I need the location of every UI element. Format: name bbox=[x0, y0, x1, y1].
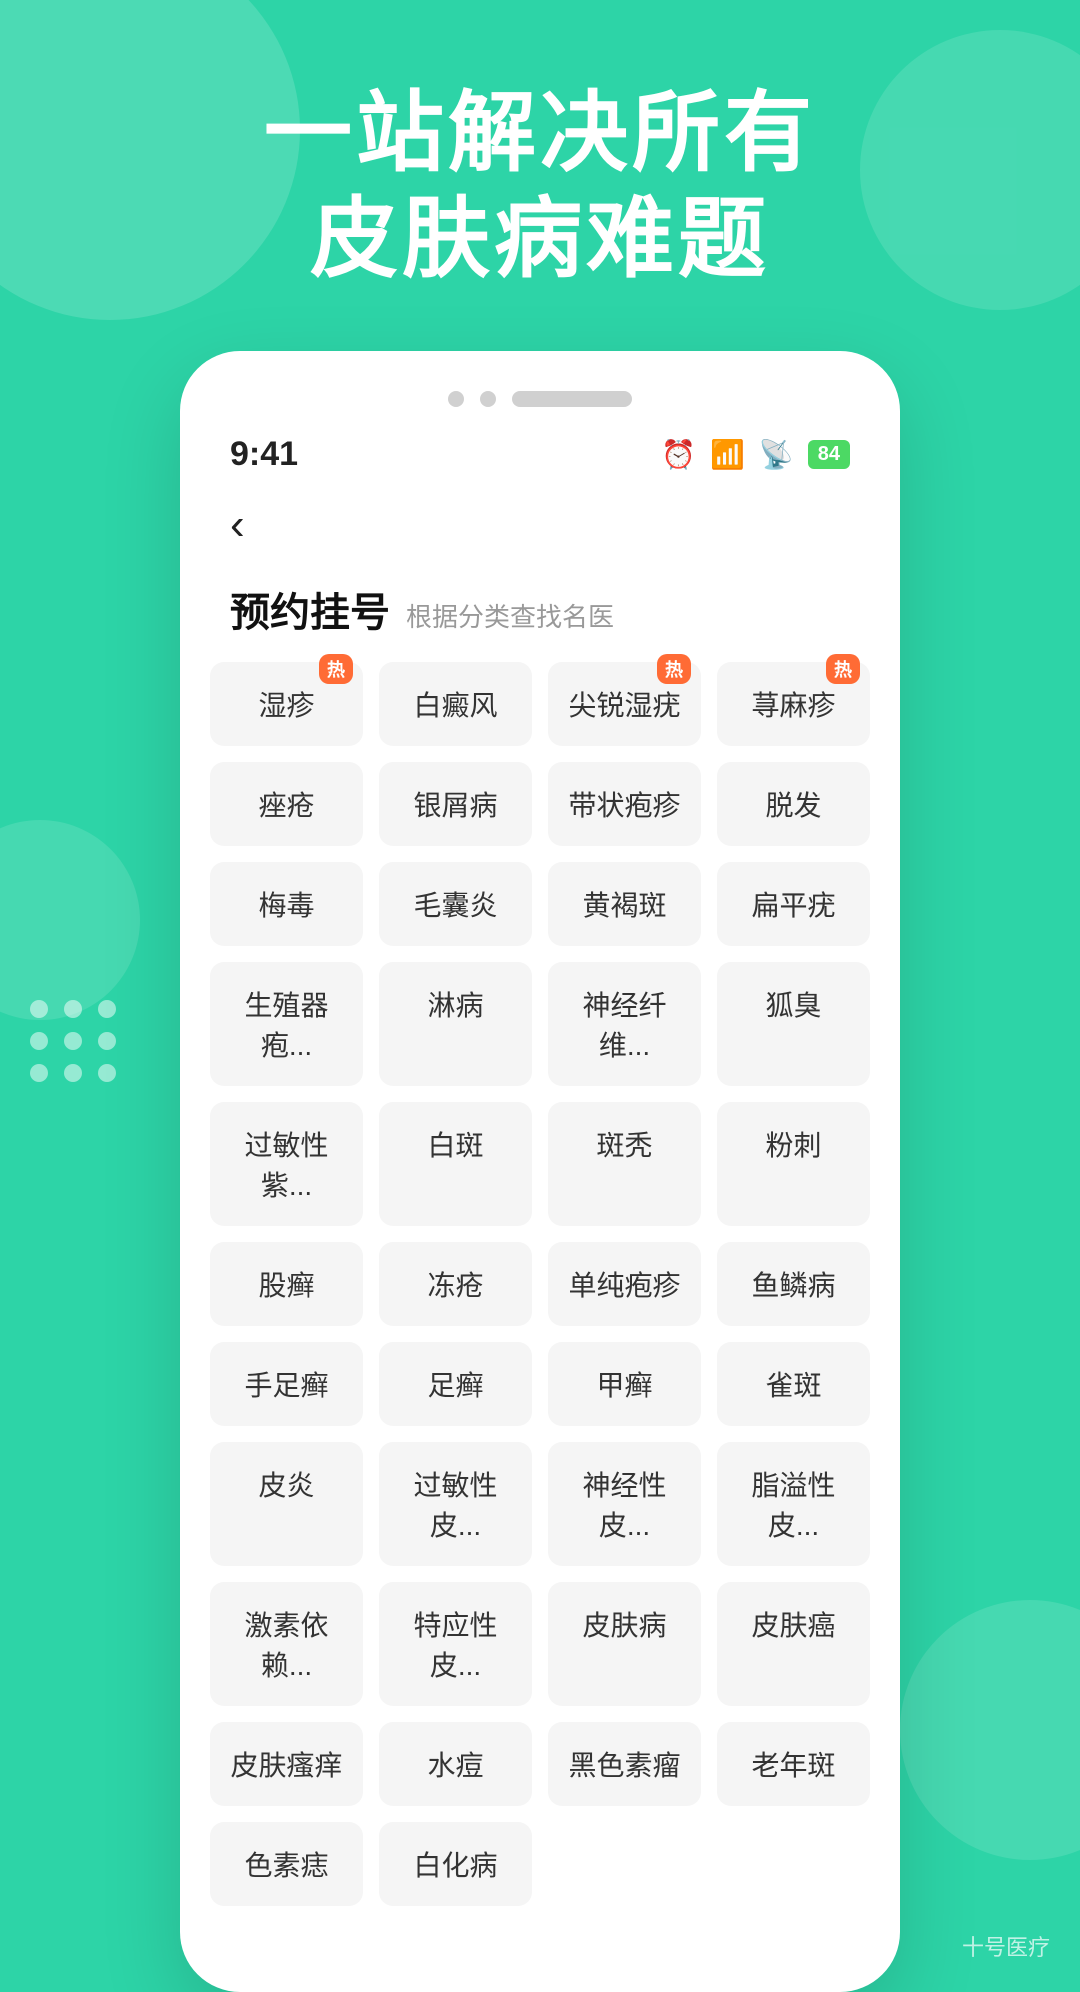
tag-item[interactable]: 尖锐湿疣热 bbox=[548, 662, 701, 746]
tags-row-10: 色素痣白化病 bbox=[210, 1822, 870, 1906]
tag-item[interactable]: 过敏性皮... bbox=[379, 1442, 532, 1566]
tag-item[interactable]: 黑色素瘤 bbox=[548, 1722, 701, 1806]
tags-row-2: 梅毒毛囊炎黄褐斑扁平疣 bbox=[210, 862, 870, 946]
tag-item[interactable]: 痤疮 bbox=[210, 762, 363, 846]
back-button[interactable]: ‹ bbox=[180, 490, 900, 570]
tag-item[interactable]: 生殖器疱... bbox=[210, 962, 363, 1086]
tag-item[interactable]: 银屑病 bbox=[379, 762, 532, 846]
dots-decoration bbox=[30, 1000, 118, 1082]
tag-item[interactable]: 特应性皮... bbox=[379, 1582, 532, 1706]
tags-row-9: 皮肤瘙痒水痘黑色素瘤老年斑 bbox=[210, 1722, 870, 1806]
tag-item[interactable]: 荨麻疹热 bbox=[717, 662, 870, 746]
bg-circle-br bbox=[900, 1600, 1080, 1860]
wifi-icon: 📡 bbox=[759, 438, 794, 471]
tags-container: 湿疹热白癜风尖锐湿疣热荨麻疹热痤疮银屑病带状疱疹脱发梅毒毛囊炎黄褐斑扁平疣生殖器… bbox=[180, 662, 900, 1942]
tags-row-4: 过敏性紫...白斑斑秃粉刺 bbox=[210, 1102, 870, 1226]
tag-item bbox=[548, 1822, 701, 1906]
tag-item[interactable]: 皮肤癌 bbox=[717, 1582, 870, 1706]
alarm-icon: ⏰ bbox=[661, 438, 696, 471]
notch-dot-2 bbox=[480, 391, 496, 407]
page-subtitle: 根据分类查找名医 bbox=[406, 597, 614, 634]
phone-mockup: 9:41 ⏰ 📶 📡 84 ‹ 预约挂号 根据分类查找名医 湿疹热白癜风尖锐湿疣… bbox=[180, 351, 900, 1992]
hot-badge: 热 bbox=[826, 654, 860, 684]
notch-dot-1 bbox=[448, 391, 464, 407]
phone-notch bbox=[180, 381, 900, 427]
signal-icon: 📶 bbox=[710, 438, 745, 471]
notch-pill bbox=[512, 391, 632, 407]
tag-item[interactable]: 皮肤瘙痒 bbox=[210, 1722, 363, 1806]
tag-item[interactable]: 色素痣 bbox=[210, 1822, 363, 1906]
tags-row-3: 生殖器疱...淋病神经纤维...狐臭 bbox=[210, 962, 870, 1086]
page-header: 预约挂号 根据分类查找名医 bbox=[180, 570, 900, 662]
tag-item[interactable]: 斑秃 bbox=[548, 1102, 701, 1226]
tag-item[interactable]: 足癣 bbox=[379, 1342, 532, 1426]
tag-item[interactable]: 雀斑 bbox=[717, 1342, 870, 1426]
tag-item[interactable]: 脱发 bbox=[717, 762, 870, 846]
tags-row-5: 股癣冻疮单纯疱疹鱼鳞病 bbox=[210, 1242, 870, 1326]
tag-item[interactable]: 皮炎 bbox=[210, 1442, 363, 1566]
tag-item[interactable]: 脂溢性皮... bbox=[717, 1442, 870, 1566]
page-title: 预约挂号 bbox=[230, 580, 390, 638]
tags-row-6: 手足癣足癣甲癣雀斑 bbox=[210, 1342, 870, 1426]
hot-badge: 热 bbox=[319, 654, 353, 684]
tag-item[interactable]: 老年斑 bbox=[717, 1722, 870, 1806]
tag-item[interactable]: 水痘 bbox=[379, 1722, 532, 1806]
tag-item[interactable]: 激素依赖... bbox=[210, 1582, 363, 1706]
tag-item[interactable]: 股癣 bbox=[210, 1242, 363, 1326]
hero-section: 一站解决所有 皮肤病难题 bbox=[0, 0, 1080, 351]
tag-item[interactable]: 神经性皮... bbox=[548, 1442, 701, 1566]
tag-item[interactable]: 过敏性紫... bbox=[210, 1102, 363, 1226]
tags-row-7: 皮炎过敏性皮...神经性皮...脂溢性皮... bbox=[210, 1442, 870, 1566]
tags-row-0: 湿疹热白癜风尖锐湿疣热荨麻疹热 bbox=[210, 662, 870, 746]
battery-badge: 84 bbox=[808, 440, 850, 469]
tag-item[interactable]: 手足癣 bbox=[210, 1342, 363, 1426]
tag-item[interactable]: 甲癣 bbox=[548, 1342, 701, 1426]
status-time: 9:41 bbox=[230, 435, 298, 474]
tag-item[interactable]: 神经纤维... bbox=[548, 962, 701, 1086]
status-icons: ⏰ 📶 📡 84 bbox=[661, 438, 850, 471]
tag-item[interactable]: 黄褐斑 bbox=[548, 862, 701, 946]
tags-row-1: 痤疮银屑病带状疱疹脱发 bbox=[210, 762, 870, 846]
tag-item[interactable]: 白斑 bbox=[379, 1102, 532, 1226]
status-bar: 9:41 ⏰ 📶 📡 84 bbox=[180, 427, 900, 490]
tags-row-8: 激素依赖...特应性皮...皮肤病皮肤癌 bbox=[210, 1582, 870, 1706]
tag-item[interactable]: 湿疹热 bbox=[210, 662, 363, 746]
tag-item[interactable]: 白化病 bbox=[379, 1822, 532, 1906]
tag-item[interactable]: 皮肤病 bbox=[548, 1582, 701, 1706]
tag-item[interactable]: 毛囊炎 bbox=[379, 862, 532, 946]
tag-item[interactable]: 单纯疱疹 bbox=[548, 1242, 701, 1326]
tag-item[interactable]: 鱼鳞病 bbox=[717, 1242, 870, 1326]
tag-item[interactable]: 扁平疣 bbox=[717, 862, 870, 946]
tag-item bbox=[717, 1822, 870, 1906]
bg-circle-bl bbox=[0, 820, 140, 1020]
tag-item[interactable]: 冻疮 bbox=[379, 1242, 532, 1326]
hero-title-line1: 一站解决所有 bbox=[80, 80, 1000, 186]
tag-item[interactable]: 粉刺 bbox=[717, 1102, 870, 1226]
hero-title-line2: 皮肤病难题 bbox=[80, 186, 1000, 292]
hot-badge: 热 bbox=[657, 654, 691, 684]
tag-item[interactable]: 狐臭 bbox=[717, 962, 870, 1086]
watermark: 十号医疗 bbox=[962, 1930, 1050, 1962]
tag-item[interactable]: 梅毒 bbox=[210, 862, 363, 946]
tag-item[interactable]: 白癜风 bbox=[379, 662, 532, 746]
tag-item[interactable]: 带状疱疹 bbox=[548, 762, 701, 846]
tag-item[interactable]: 淋病 bbox=[379, 962, 532, 1086]
